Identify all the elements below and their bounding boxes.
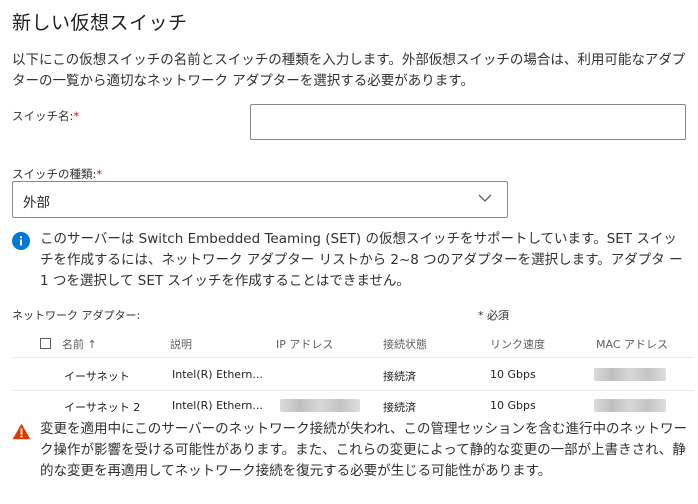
info-message: このサーバーは Switch Embedded Teaming (SET) の仮…: [40, 231, 683, 289]
column-header-description[interactable]: 説明: [170, 336, 192, 352]
redacted-mac-address: [594, 368, 666, 381]
adapter-name: イーサネット: [64, 370, 130, 383]
column-name-label: 名前: [62, 338, 84, 351]
select-all-checkbox[interactable]: [40, 338, 51, 349]
switch-name-input[interactable]: [250, 104, 686, 140]
adapter-speed: 10 Gbps: [490, 399, 536, 412]
switch-type-label-text: スイッチの種類:: [12, 167, 97, 181]
table-row[interactable]: イーサネット 2 Intel(R) Ethern... 接続済 10 Gbps: [12, 391, 694, 419]
chevron-down-icon: [478, 194, 492, 202]
dialog-title: 新しい仮想スイッチ: [12, 12, 188, 34]
switch-name-label-text: スイッチ名:: [12, 109, 74, 123]
redacted-ip-address: [280, 399, 360, 412]
adapters-label: ネットワーク アダプター:: [12, 309, 141, 322]
required-mark: *: [73, 109, 80, 123]
column-header-name[interactable]: 名前 ↑: [62, 336, 97, 352]
adapter-description: Intel(R) Ethern...: [172, 368, 263, 381]
switch-type-label: スイッチの種類:*: [12, 166, 102, 182]
adapter-status: 接続済: [383, 401, 416, 414]
table-row[interactable]: イーサネット Intel(R) Ethern... 接続済 10 Gbps: [12, 358, 694, 390]
warning-icon: [12, 423, 31, 440]
switch-name-label: スイッチ名:*: [12, 108, 79, 124]
column-header-mac[interactable]: MAC アドレス: [596, 336, 668, 352]
info-icon: [12, 232, 30, 250]
column-header-status[interactable]: 接続状態: [383, 336, 427, 352]
redacted-mac-address: [594, 399, 666, 412]
adapter-description: Intel(R) Ethern...: [172, 399, 263, 412]
dialog-description: 以下にこの仮想スイッチの名前とスイッチの種類を入力します。外部仮想スイッチの場合…: [12, 52, 686, 89]
adapter-name: イーサネット 2: [64, 401, 141, 414]
column-header-speed[interactable]: リンク速度: [490, 336, 545, 352]
switch-type-dropdown[interactable]: 外部: [12, 181, 508, 218]
sort-ascending-icon: ↑: [87, 338, 97, 351]
adapter-status: 接続済: [383, 370, 416, 383]
required-mark: *: [96, 167, 103, 181]
switch-type-selected: 外部: [23, 195, 50, 211]
column-header-ip[interactable]: IP アドレス: [276, 336, 333, 352]
required-note: * 必須: [478, 309, 509, 322]
warning-message: 変更を適用中にこのサーバーのネットワーク接続が失われ、この管理セッションを含む進…: [40, 421, 688, 479]
adapter-speed: 10 Gbps: [490, 368, 536, 381]
